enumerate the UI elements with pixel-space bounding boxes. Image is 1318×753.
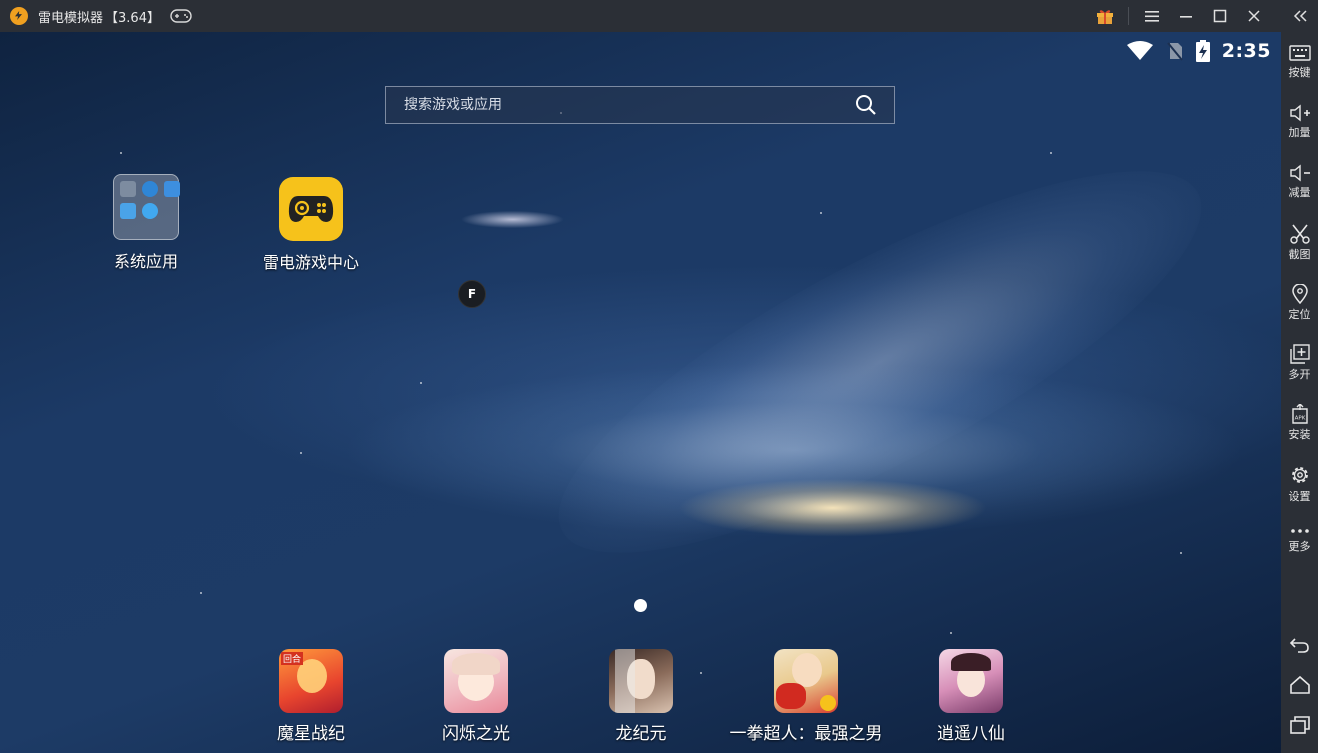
android-screen[interactable]: 2:35 系统应用 雷电游戏中心 xyxy=(0,32,1281,753)
battery-charging-icon xyxy=(1195,40,1210,62)
status-bar: 2:35 xyxy=(1126,40,1271,62)
tool-label: 定位 xyxy=(1288,308,1311,321)
scissors-icon xyxy=(1289,224,1310,244)
location-button[interactable]: 定位 xyxy=(1281,284,1318,322)
app-version: 【3.64】 xyxy=(105,10,160,26)
close-button[interactable] xyxy=(1237,0,1271,32)
search-input[interactable] xyxy=(402,96,854,114)
close-icon xyxy=(1248,10,1260,22)
download-icon xyxy=(142,203,158,219)
tool-label: 多开 xyxy=(1288,368,1311,381)
folder-label: 系统应用 xyxy=(113,252,178,271)
back-icon xyxy=(1289,638,1309,653)
tool-label: 截图 xyxy=(1288,248,1311,261)
status-time: 2:35 xyxy=(1221,40,1271,62)
no-sim-icon xyxy=(1166,42,1183,61)
minimize-icon xyxy=(1180,16,1192,18)
gamepad-icon xyxy=(288,196,334,222)
apk-install-icon: APK xyxy=(1291,404,1308,424)
settings-button[interactable]: 设置 xyxy=(1281,464,1318,504)
back-button[interactable] xyxy=(1281,635,1318,655)
search-bar[interactable] xyxy=(385,86,895,124)
one-punch-man-app-icon xyxy=(774,649,838,713)
volume-down-icon xyxy=(1289,164,1310,182)
tool-label: 减量 xyxy=(1288,186,1311,199)
dock-app-shanshuo[interactable]: 闪烁之光 xyxy=(396,649,556,744)
tool-label: 设置 xyxy=(1288,490,1311,503)
dock-app-label: 闪烁之光 xyxy=(442,724,510,744)
location-pin-icon xyxy=(1291,284,1308,304)
right-toolbar: 按键 加量 减量 截图 定位 多开 APK 安装 设置 更多 xyxy=(1281,32,1318,753)
gamepad-icon[interactable] xyxy=(170,9,192,23)
gear-icon xyxy=(1291,467,1308,483)
game-center-icon xyxy=(279,177,343,241)
collapse-sidebar-button[interactable] xyxy=(1281,0,1318,32)
keyboard-icon xyxy=(1288,45,1311,61)
home-button[interactable] xyxy=(1281,675,1318,695)
svg-text:APK: APK xyxy=(1294,416,1305,422)
tool-label: 按键 xyxy=(1288,66,1311,79)
keymap-button[interactable]: 按键 xyxy=(1281,44,1318,80)
settings-icon xyxy=(120,181,136,197)
browser-icon xyxy=(142,181,158,197)
dock-app-label: 逍遥八仙 xyxy=(937,724,1005,744)
wifi-icon xyxy=(1126,41,1153,60)
screenshot-button[interactable]: 截图 xyxy=(1281,224,1318,262)
maximize-button[interactable] xyxy=(1203,0,1237,32)
multi-instance-icon xyxy=(1289,344,1310,364)
app-title: 雷电模拟器 xyxy=(38,10,104,26)
contacts-icon xyxy=(120,203,136,219)
home-icon xyxy=(1289,675,1310,694)
title-divider xyxy=(1128,7,1129,25)
tool-label: 更多 xyxy=(1288,540,1311,553)
long-jiyuan-app-icon xyxy=(609,649,673,713)
more-button[interactable]: 更多 xyxy=(1281,526,1318,554)
app-badge: 回合 xyxy=(281,652,304,665)
volume-down-button[interactable]: 减量 xyxy=(1281,164,1318,200)
menu-icon xyxy=(1145,11,1159,22)
wallpaper-galaxy xyxy=(515,104,1245,620)
dock-app-label: 龙纪元 xyxy=(615,724,667,744)
xiaoyao-baxian-app-icon xyxy=(939,649,1003,713)
shanshuo-zhiguang-app-icon xyxy=(444,649,508,713)
dock-app-label: 一拳超人：最强之男 xyxy=(729,724,883,744)
title-bar: 雷电模拟器 【3.64】 xyxy=(0,0,1318,32)
more-dots-icon xyxy=(1290,529,1309,533)
dock-app-xiaoyao[interactable]: 逍遥八仙 xyxy=(891,649,1051,744)
game-center-label: 雷电游戏中心 xyxy=(262,253,359,272)
collapse-sidebar-icon xyxy=(1293,10,1307,22)
moxing-zhanji-app-icon: 回合 xyxy=(279,649,343,713)
multi-instance-button[interactable]: 多开 xyxy=(1281,344,1318,382)
gift-button[interactable] xyxy=(1088,0,1122,32)
search-icon[interactable] xyxy=(854,93,878,117)
tool-label: 安装 xyxy=(1288,428,1311,441)
dock-app-one-punch-man[interactable]: 一拳超人：最强之男 xyxy=(726,649,886,744)
volume-up-button[interactable]: 加量 xyxy=(1281,104,1318,140)
dock-app-longjiyuan[interactable]: 龙纪元 xyxy=(561,649,721,744)
recents-button[interactable] xyxy=(1281,715,1318,735)
folder-icon xyxy=(113,174,180,240)
dock-app-label: 魔星战纪 xyxy=(277,724,345,744)
install-apk-button[interactable]: APK 安装 xyxy=(1281,404,1318,442)
page-indicator xyxy=(634,599,647,612)
minimize-button[interactable] xyxy=(1169,0,1203,32)
floating-f-button[interactable]: F xyxy=(458,280,486,308)
maximize-icon xyxy=(1213,9,1227,23)
system-apps-folder[interactable]: 系统应用 xyxy=(86,174,206,272)
gift-icon xyxy=(1097,10,1113,24)
recents-icon xyxy=(1289,716,1310,734)
dock-app-moxing[interactable]: 回合 魔星战纪 xyxy=(231,649,391,744)
tool-label: 加量 xyxy=(1288,126,1311,139)
volume-up-icon xyxy=(1289,104,1310,122)
game-center-app[interactable]: 雷电游戏中心 xyxy=(251,177,371,273)
leidian-logo-icon xyxy=(10,7,28,25)
menu-button[interactable] xyxy=(1135,0,1169,32)
files-icon xyxy=(164,181,180,197)
